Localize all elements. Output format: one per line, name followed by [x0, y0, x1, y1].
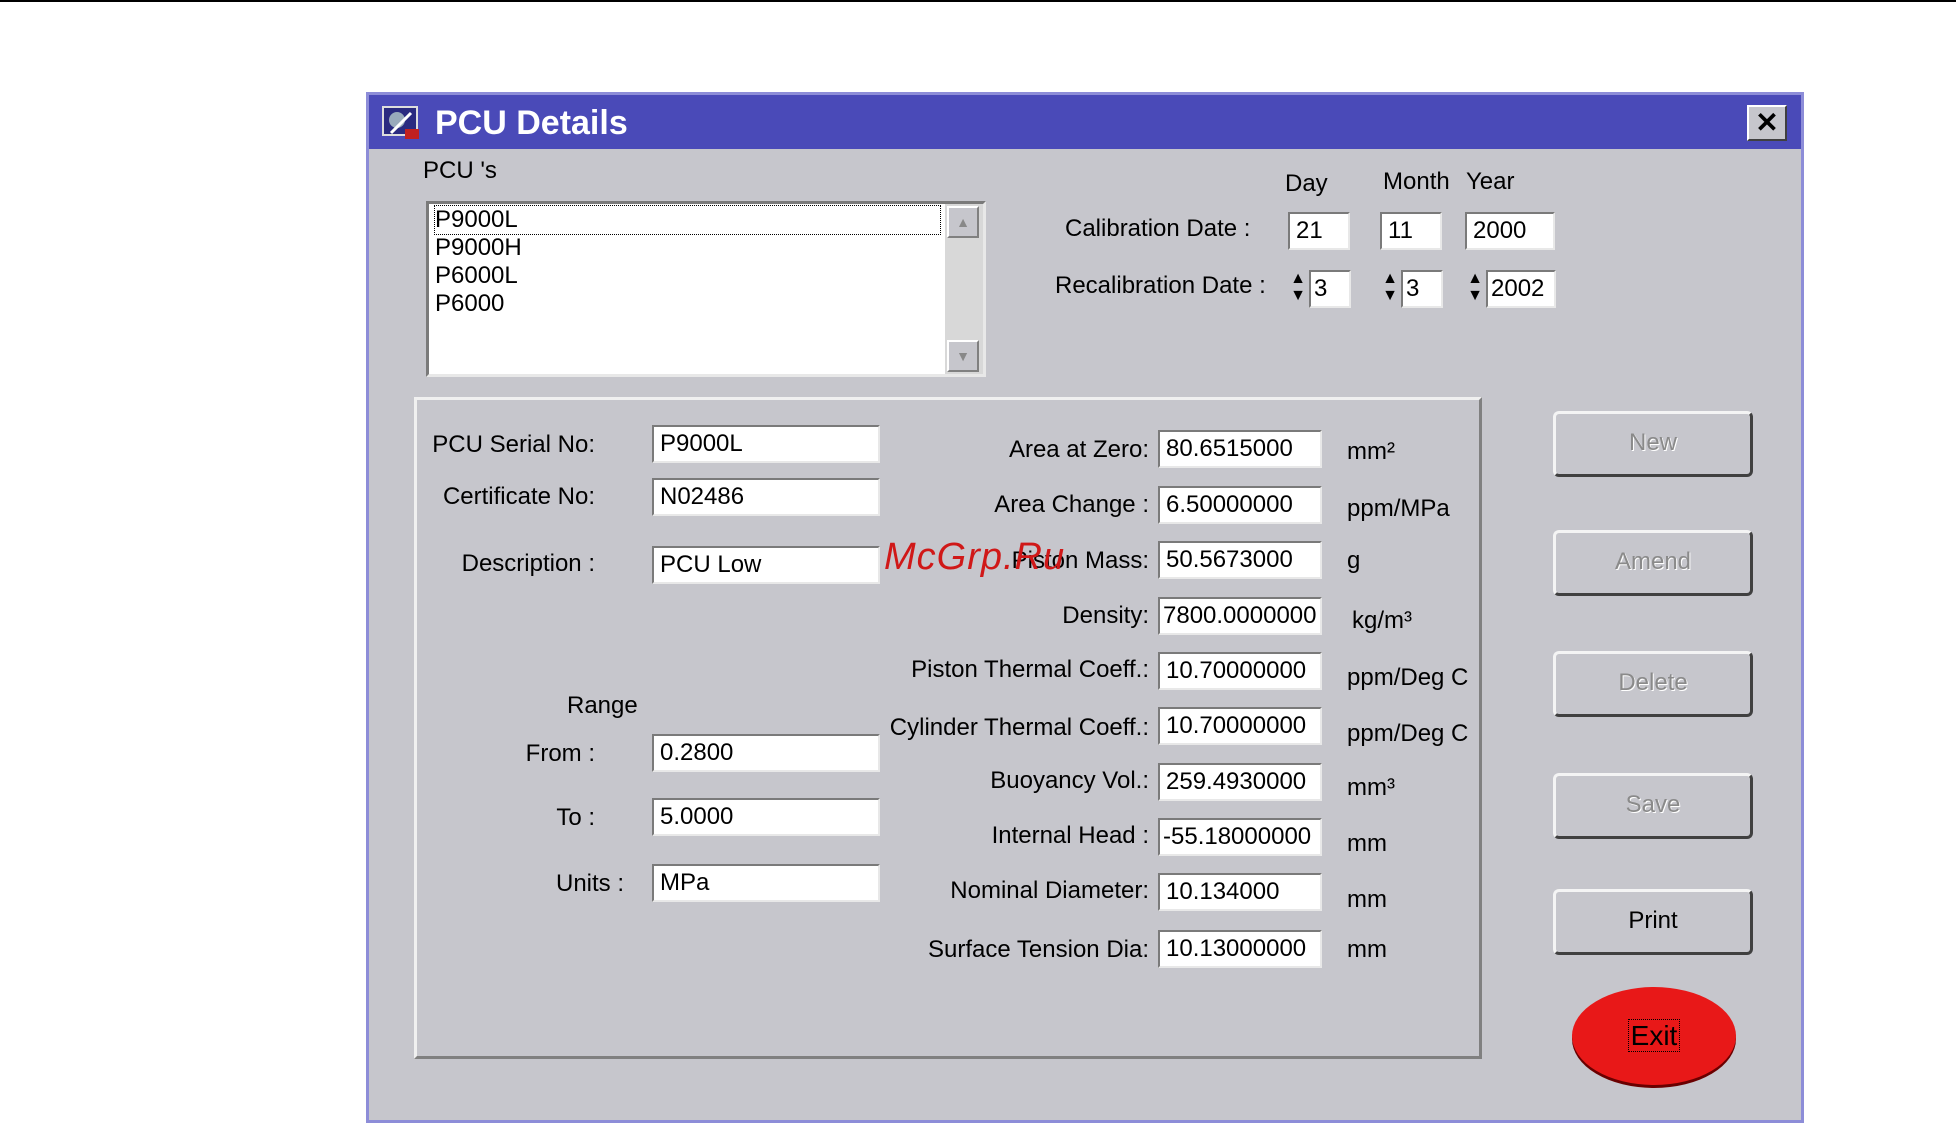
buoyancy-vol-unit: mm³ [1347, 774, 1395, 801]
year-header: Year [1466, 168, 1515, 195]
area-at-zero-label: Area at Zero: [1008, 436, 1149, 463]
amend-button[interactable]: Amend [1553, 530, 1753, 596]
cylinder-thermal-coeff-field[interactable]: 10.70000000 [1158, 707, 1322, 745]
cylinder-thermal-coeff-unit: ppm/Deg C [1347, 720, 1469, 747]
list-item[interactable]: P9000H [435, 234, 522, 262]
range-from-label: From : [525, 740, 595, 767]
density-unit: kg/m³ [1352, 607, 1412, 634]
scroll-up-icon[interactable]: ▲ [947, 206, 979, 238]
surface-tension-dia-label: Surface Tension Dia: [927, 936, 1149, 963]
page-top-rule [0, 0, 1956, 2]
nominal-diameter-field[interactable]: 10.134000 [1158, 873, 1322, 911]
exit-button-label: Exit [1627, 1019, 1681, 1052]
area-change-unit: ppm/MPa [1347, 495, 1450, 522]
area-at-zero-field[interactable]: 80.6515000 [1158, 430, 1322, 468]
nominal-diameter-unit: mm [1347, 886, 1387, 913]
serial-label: PCU Serial No: [432, 431, 595, 458]
description-label: Description : [461, 550, 595, 577]
spinner-icon[interactable]: ▲ ▼ [1289, 270, 1307, 306]
area-change-field[interactable]: 6.50000000 [1158, 486, 1322, 524]
window-title: PCU Details [435, 104, 628, 142]
save-button[interactable]: Save [1553, 773, 1753, 839]
certificate-field[interactable]: N02486 [652, 478, 880, 516]
close-button[interactable]: ✕ [1747, 105, 1787, 141]
app-icon [382, 106, 419, 139]
piston-mass-field[interactable]: 50.5673000 [1158, 541, 1322, 579]
calibration-date-label: Calibration Date : [1065, 215, 1251, 242]
internal-head-field[interactable]: -55.18000000 [1158, 818, 1322, 856]
recalibration-date-label: Recalibration Date : [1055, 272, 1266, 299]
close-icon: ✕ [1755, 107, 1779, 138]
delete-button[interactable]: Delete [1553, 651, 1753, 717]
recalibration-day-field[interactable]: 3 [1309, 270, 1351, 308]
calibration-day-field[interactable]: 21 [1288, 212, 1350, 250]
print-button[interactable]: Print [1553, 889, 1753, 955]
piston-thermal-coeff-field[interactable]: 10.70000000 [1158, 652, 1322, 690]
buoyancy-vol-field[interactable]: 259.4930000 [1158, 763, 1322, 801]
list-item[interactable]: P6000L [435, 262, 518, 290]
piston-thermal-coeff-unit: ppm/Deg C [1347, 664, 1469, 691]
description-field[interactable]: PCU Low [652, 546, 880, 584]
watermark: McGrp.Ru [884, 536, 1066, 578]
density-label: Density: [1062, 602, 1149, 629]
cylinder-thermal-coeff-label: Cylinder Thermal Coeff.: [889, 714, 1149, 741]
certificate-label: Certificate No: [442, 483, 595, 510]
month-header: Month [1383, 168, 1450, 195]
exit-button[interactable]: Exit [1572, 987, 1736, 1085]
nominal-diameter-label: Nominal Diameter: [950, 877, 1149, 904]
calibration-month-field[interactable]: 11 [1380, 212, 1442, 250]
internal-head-label: Internal Head : [991, 822, 1149, 849]
surface-tension-dia-unit: mm [1347, 936, 1387, 963]
details-group: PCU Serial No: P9000L Certificate No: N0… [414, 397, 1482, 1059]
pcu-details-window: PCU Details ✕ PCU 's P9000L P9000H P6000… [366, 92, 1804, 1123]
units-field[interactable]: MPa [652, 864, 880, 902]
buoyancy-vol-label: Buoyancy Vol.: [990, 767, 1149, 794]
piston-thermal-coeff-label: Piston Thermal Coeff.: [911, 656, 1149, 683]
range-label: Range [567, 692, 638, 719]
range-to-label: To : [556, 804, 595, 831]
list-item[interactable]: P6000 [435, 290, 504, 318]
calibration-year-field[interactable]: 2000 [1465, 212, 1555, 250]
list-item[interactable]: P9000L [434, 205, 941, 235]
new-button[interactable]: New [1553, 411, 1753, 477]
units-label: Units : [556, 870, 625, 897]
pcu-list-label: PCU 's [423, 157, 497, 184]
internal-head-unit: mm [1347, 830, 1387, 857]
surface-tension-dia-field[interactable]: 10.13000000 [1158, 930, 1322, 968]
day-header: Day [1285, 170, 1328, 197]
range-from-field[interactable]: 0.2800 [652, 734, 880, 772]
recalibration-month-field[interactable]: 3 [1401, 270, 1443, 308]
title-bar[interactable]: PCU Details ✕ [369, 95, 1801, 149]
piston-mass-unit: g [1347, 547, 1361, 574]
spinner-icon[interactable]: ▲ ▼ [1466, 270, 1484, 306]
density-field[interactable]: 7800.0000000 [1158, 597, 1322, 635]
spinner-icon[interactable]: ▲ ▼ [1381, 270, 1399, 306]
pcu-listbox[interactable]: P9000L P9000H P6000L P6000 ▲ ▼ [426, 201, 986, 377]
area-change-label: Area Change : [994, 491, 1149, 518]
recalibration-year-field[interactable]: 2002 [1486, 270, 1556, 308]
area-at-zero-unit: mm² [1347, 438, 1395, 465]
list-scrollbar[interactable]: ▲ ▼ [945, 204, 983, 374]
scroll-down-icon[interactable]: ▼ [947, 340, 979, 372]
serial-field[interactable]: P9000L [652, 425, 880, 463]
range-to-field[interactable]: 5.0000 [652, 798, 880, 836]
